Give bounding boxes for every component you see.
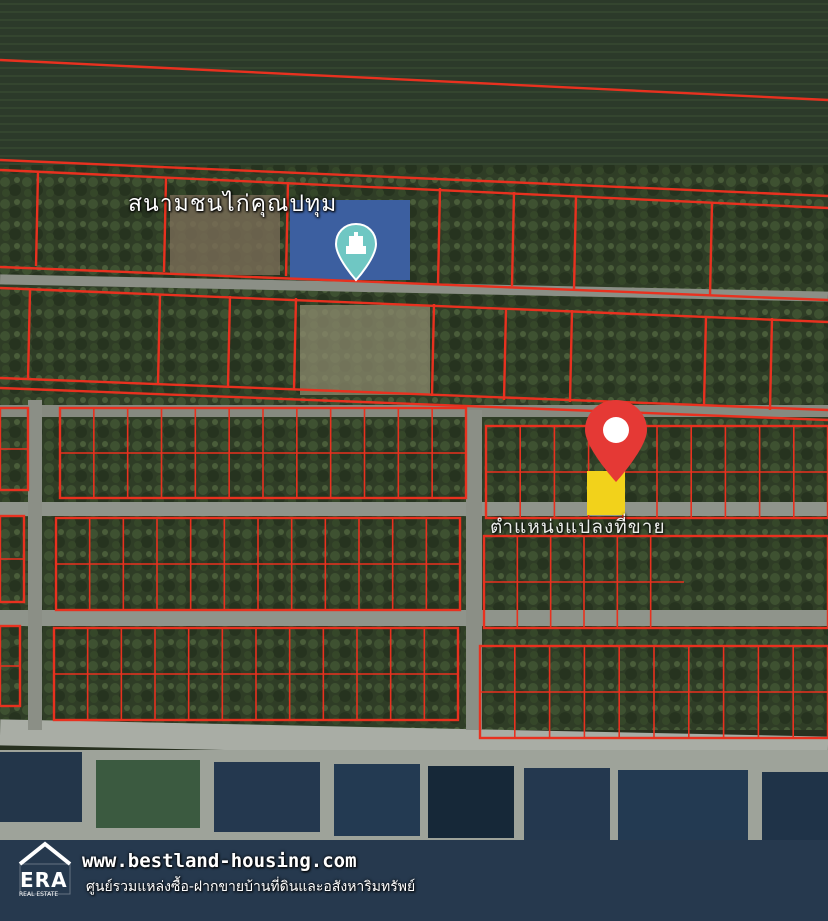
branding-footer: ERA REAL ESTATE www.bestland-housing.com… bbox=[12, 836, 472, 906]
pond bbox=[428, 766, 514, 838]
road bbox=[0, 610, 828, 626]
pond bbox=[96, 760, 200, 828]
target-parcel-label: ตำแหน่งแปลงที่ขาย bbox=[490, 516, 666, 538]
pond bbox=[762, 772, 828, 844]
monument-pin-icon[interactable] bbox=[334, 222, 378, 284]
pond bbox=[524, 768, 610, 840]
road bbox=[28, 400, 42, 730]
satellite-map[interactable]: สนามชนไก่คุณปทุม ตำแหน่งแปลงที่ขาย ERA R… bbox=[0, 0, 828, 921]
poi-name-label: สนามชนไก่คุณปทุม bbox=[128, 191, 338, 217]
pond bbox=[618, 770, 748, 842]
era-logo-subtext: REAL ESTATE bbox=[19, 891, 59, 898]
road bbox=[0, 502, 828, 516]
pond bbox=[334, 764, 420, 836]
map-base-layer bbox=[0, 0, 828, 921]
era-logo-text: ERA bbox=[20, 868, 68, 892]
website-tagline: ศูนย์รวมแหล่งซื้อ-ฝากขายบ้านที่ดินและอสั… bbox=[86, 879, 416, 895]
website-url[interactable]: www.bestland-housing.com bbox=[82, 850, 357, 872]
agri-field bbox=[0, 0, 828, 170]
pond bbox=[214, 762, 320, 832]
red-location-pin-icon[interactable] bbox=[582, 398, 650, 484]
pond bbox=[0, 752, 82, 822]
